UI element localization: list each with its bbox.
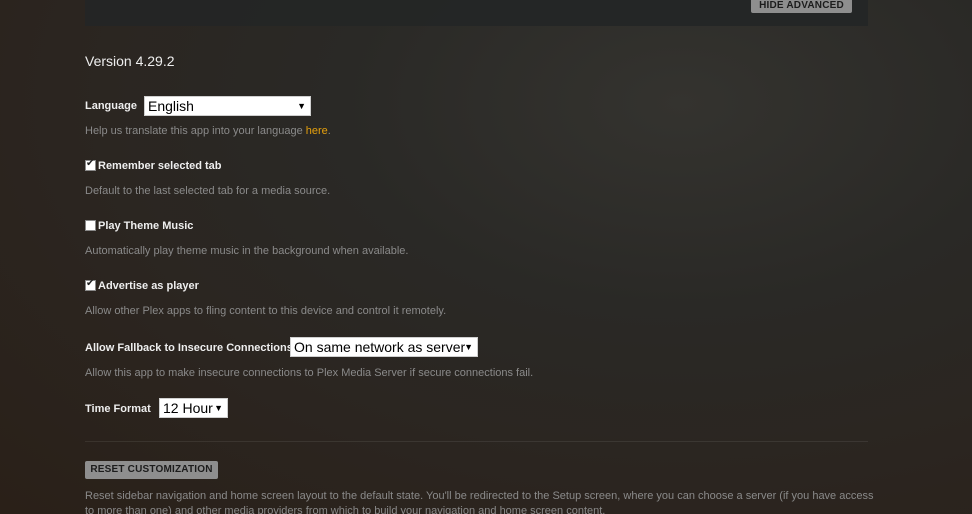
theme-music-help: Automatically play theme music in the ba… <box>85 245 409 257</box>
remember-tab-label[interactable]: Remember selected tab <box>98 160 222 172</box>
time-format-label: Time Format <box>85 403 151 415</box>
chevron-down-icon: ▼ <box>464 342 473 352</box>
time-format-select[interactable]: 12 Hour ▼ <box>159 398 228 418</box>
section-divider <box>85 441 868 442</box>
language-label: Language <box>85 100 137 112</box>
remember-tab-checkbox[interactable]: ✔ <box>85 158 96 171</box>
reset-customization-button[interactable]: RESET CUSTOMIZATION <box>85 461 218 479</box>
language-help: Help us translate this app into your lan… <box>85 125 331 137</box>
theme-music-checkbox[interactable] <box>85 220 96 231</box>
advertise-help: Allow other Plex apps to fling content t… <box>85 305 447 317</box>
fallback-select-value: On same network as server <box>294 339 466 355</box>
language-select-value: English <box>148 98 194 114</box>
theme-music-label[interactable]: Play Theme Music <box>98 220 193 232</box>
time-format-select-value: 12 Hour <box>163 400 213 416</box>
translate-link[interactable]: here <box>306 125 328 137</box>
check-icon: ✔ <box>86 158 95 169</box>
chevron-down-icon: ▼ <box>214 403 223 413</box>
advertise-label[interactable]: Advertise as player <box>98 280 199 292</box>
language-help-text: Help us translate this app into your lan… <box>85 125 306 137</box>
language-select[interactable]: English ▼ <box>144 96 311 116</box>
check-icon: ✔ <box>86 278 95 289</box>
hide-advanced-button[interactable]: HIDE ADVANCED <box>751 0 852 13</box>
language-help-suffix: . <box>327 125 331 137</box>
fallback-select[interactable]: On same network as server ▼ <box>290 337 478 357</box>
advertise-checkbox[interactable]: ✔ <box>85 278 96 291</box>
remember-tab-help: Default to the last selected tab for a m… <box>85 185 331 197</box>
fallback-help: Allow this app to make insecure connecti… <box>85 367 534 379</box>
chevron-down-icon: ▼ <box>297 101 306 111</box>
reset-help: Reset sidebar navigation and home screen… <box>85 490 874 514</box>
fallback-label: Allow Fallback to Insecure Connections <box>85 342 293 354</box>
version-text: Version 4.29.2 <box>85 53 175 69</box>
